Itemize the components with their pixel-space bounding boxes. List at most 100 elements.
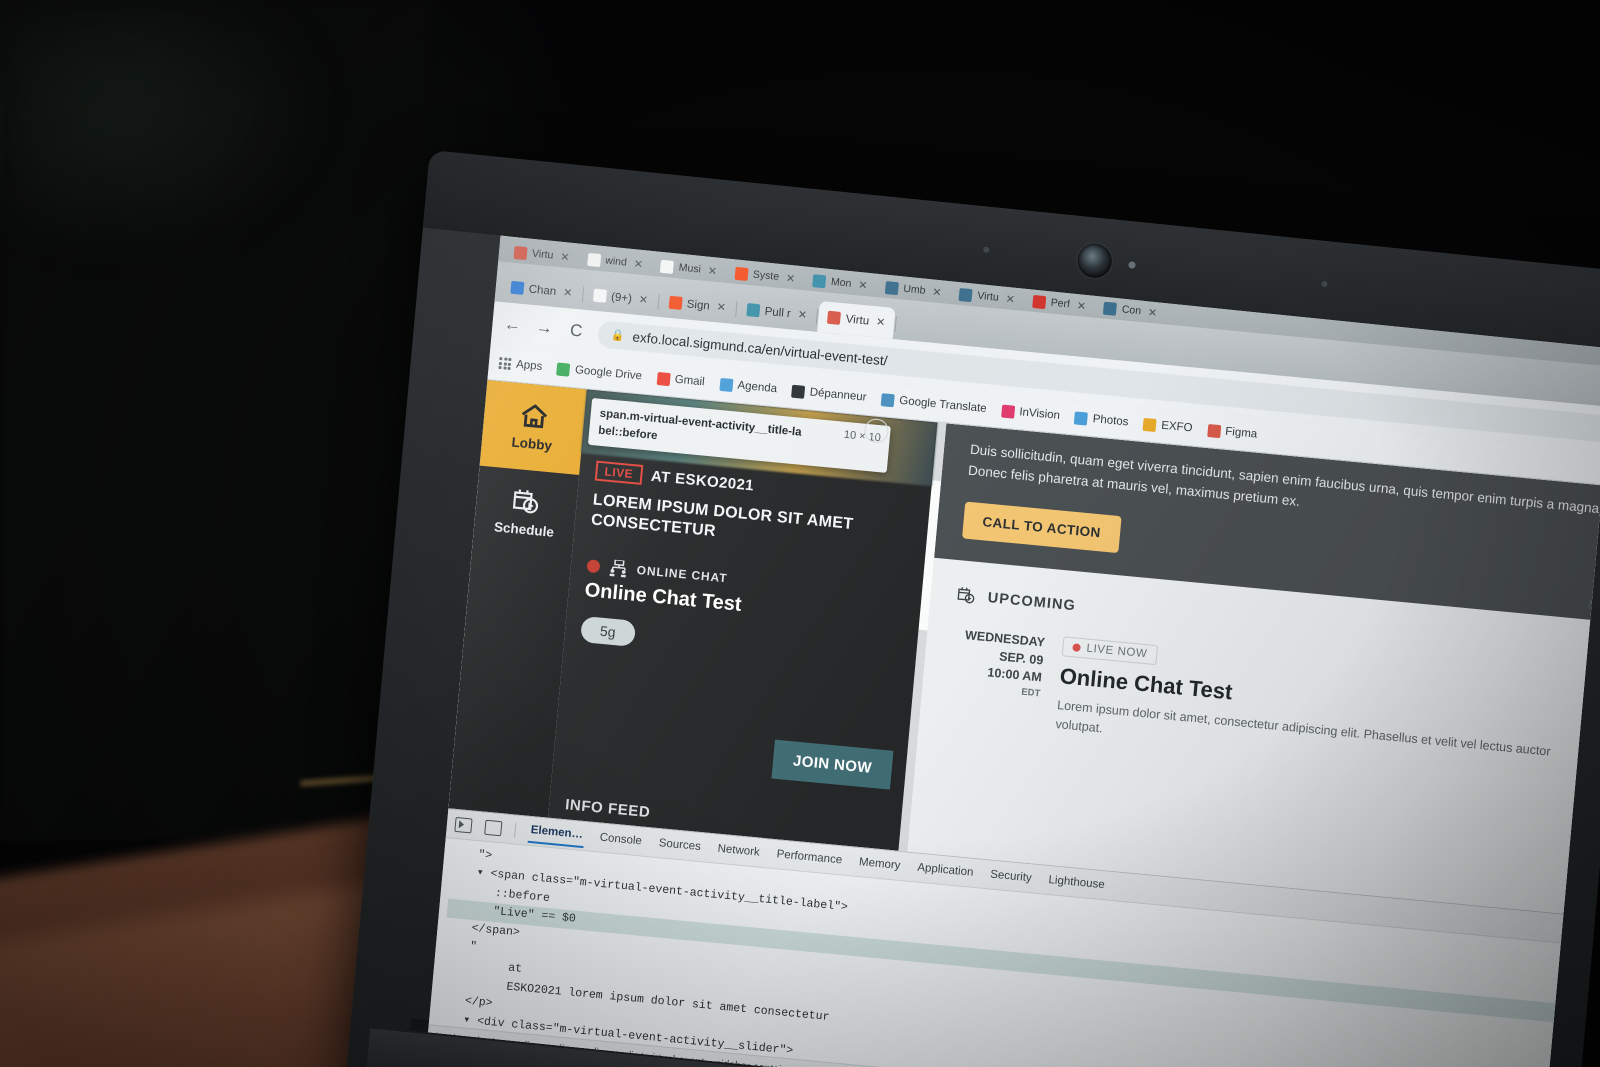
devtools-tab[interactable]: Security [987,863,1034,889]
close-icon[interactable]: ✕ [563,286,573,300]
bookmark-item[interactable]: Google Drive [556,362,643,383]
tag-pill[interactable]: 5g [580,615,636,647]
moon-icon [812,273,827,288]
event-date-block: WEDNESDAY SEP. 09 10:00 AM EDT [945,626,1046,732]
close-icon[interactable]: ✕ [876,315,886,329]
info-feed-panel: LIVE AT ESKO2021 LOREM IPSUM DOLOR SIT A… [547,389,938,851]
bookmark-item[interactable]: Agenda [718,377,778,396]
devtools-tab[interactable]: Memory [856,851,903,877]
translate-icon [880,392,895,407]
apps-grid-icon [498,356,512,371]
device-toolbar-icon[interactable] [484,819,503,836]
close-icon[interactable]: ✕ [638,293,648,307]
bookmark-item[interactable]: Dépanneur [791,384,867,404]
azure-icon [746,303,761,318]
figma-icon [513,245,528,260]
reload-icon[interactable]: C [565,320,587,342]
devtools-tab[interactable]: Performance [774,843,846,871]
figma-icon [1206,423,1221,438]
browser-tab-label: Mon [830,275,852,290]
drive-icon [556,362,571,377]
red-icon [1032,294,1047,309]
bookmark-label: InVision [1018,406,1061,422]
call-to-action-button[interactable]: CALL TO ACTION [962,501,1122,553]
e-icon [1103,301,1118,316]
join-now-button[interactable]: JOIN NOW [771,739,894,790]
back-icon[interactable]: ← [502,314,524,336]
exfo-icon [1142,417,1157,432]
devtools-tab[interactable]: Sources [656,832,704,858]
main-content: Duis sollicitudin, quam eget viverra tin… [907,423,1600,918]
live-badge: LIVE [594,460,644,485]
calendar-icon [718,377,734,392]
google-icon [660,259,675,274]
sidebar-item-schedule[interactable]: Schedule [472,466,579,561]
laptop-screen: Virtu ✕ wind ✕ Musi ✕ Syste ✕ Mon ✕ Umb ✕ Virtu ✕ Perf… [428,235,1600,1067]
close-icon[interactable]: ✕ [785,271,795,285]
divider [514,822,517,838]
bookmark-label: Agenda [736,379,778,396]
devtools-tab[interactable]: Network [715,838,763,864]
invision-icon [1000,404,1015,419]
close-icon[interactable]: ✕ [932,285,942,299]
forward-icon[interactable]: → [533,317,555,339]
inspect-cursor-icon[interactable] [454,816,473,833]
close-icon[interactable]: ✕ [560,250,570,264]
devtools-tab[interactable]: Elemen… [527,818,586,849]
close-icon[interactable]: ✕ [1147,305,1157,319]
figma-icon [827,310,842,325]
devtools-tab[interactable]: Console [597,826,645,852]
browser-tab-label: Pull r [764,305,792,320]
calendar-play-icon [512,489,539,514]
divider [894,315,897,332]
laptop: Virtu ✕ wind ✕ Musi ✕ Syste ✕ Mon ✕ Umb ✕ Virtu ✕ Perf… [344,150,1600,1067]
google-icon [586,252,601,267]
bookmark-item[interactable]: Gmail [656,371,705,388]
close-icon[interactable]: ✕ [797,308,807,322]
notion-icon [592,288,607,303]
close-icon[interactable]: ✕ [707,264,717,278]
people-icon [609,559,626,578]
bookmark-label: Google Translate [898,394,988,416]
bookmark-label: EXFO [1160,419,1194,435]
bookmark-label: Google Drive [574,364,643,383]
live-now-label: LIVE NOW [1085,642,1148,661]
browser-tab-label: Syste [752,268,780,283]
microsoft-icon [668,295,683,310]
devtools-tab[interactable]: Application [914,856,976,884]
live-dot-icon [1072,643,1081,652]
devtools-tab[interactable]: Lighthouse [1046,869,1108,897]
browser-tab-label: Virtu [531,247,554,262]
bookmark-label: Dépanneur [809,386,868,404]
close-icon[interactable]: ✕ [1076,299,1086,313]
close-icon[interactable]: ✕ [716,300,726,314]
background-glow [0,0,330,260]
browser-tab-label: Chan [528,282,557,298]
lock-icon: 🔒 [610,328,626,343]
photos-icon [1074,410,1089,426]
microsoft-icon [734,266,749,281]
bookmark-item[interactable]: EXFO [1142,417,1194,435]
close-icon[interactable]: ✕ [858,278,868,292]
browser-tab-label: Virtu [845,312,870,328]
close-icon[interactable]: ✕ [1005,292,1015,306]
live-now-badge: LIVE NOW [1061,636,1159,666]
gmail-icon [656,371,671,386]
browser-tab-label: wind [604,254,628,269]
sidebar-item-label: Schedule [493,519,555,540]
browser-tab-label: Musi [678,261,702,276]
bookmark-label: Figma [1224,425,1258,441]
close-icon[interactable]: ✕ [633,257,643,271]
bookmark-item[interactable]: InVision [1000,404,1061,422]
sidebar-item-lobby[interactable]: Lobby [479,379,587,476]
photo-scene: Virtu ✕ wind ✕ Musi ✕ Syste ✕ Mon ✕ Umb ✕ Virtu ✕ Perf… [0,0,1600,1067]
bookmark-item[interactable]: Figma [1206,423,1258,441]
bookmark-item[interactable]: Apps [498,356,543,374]
bookmark-item[interactable]: Google Translate [880,392,988,416]
feed-at-label: AT ESKO2021 [650,467,755,494]
bookmark-label: Apps [515,358,543,374]
channel-icon [510,280,525,295]
bookmark-item[interactable]: Photos [1074,410,1129,429]
browser-tab-label: Con [1121,303,1142,318]
e-icon [958,287,974,302]
